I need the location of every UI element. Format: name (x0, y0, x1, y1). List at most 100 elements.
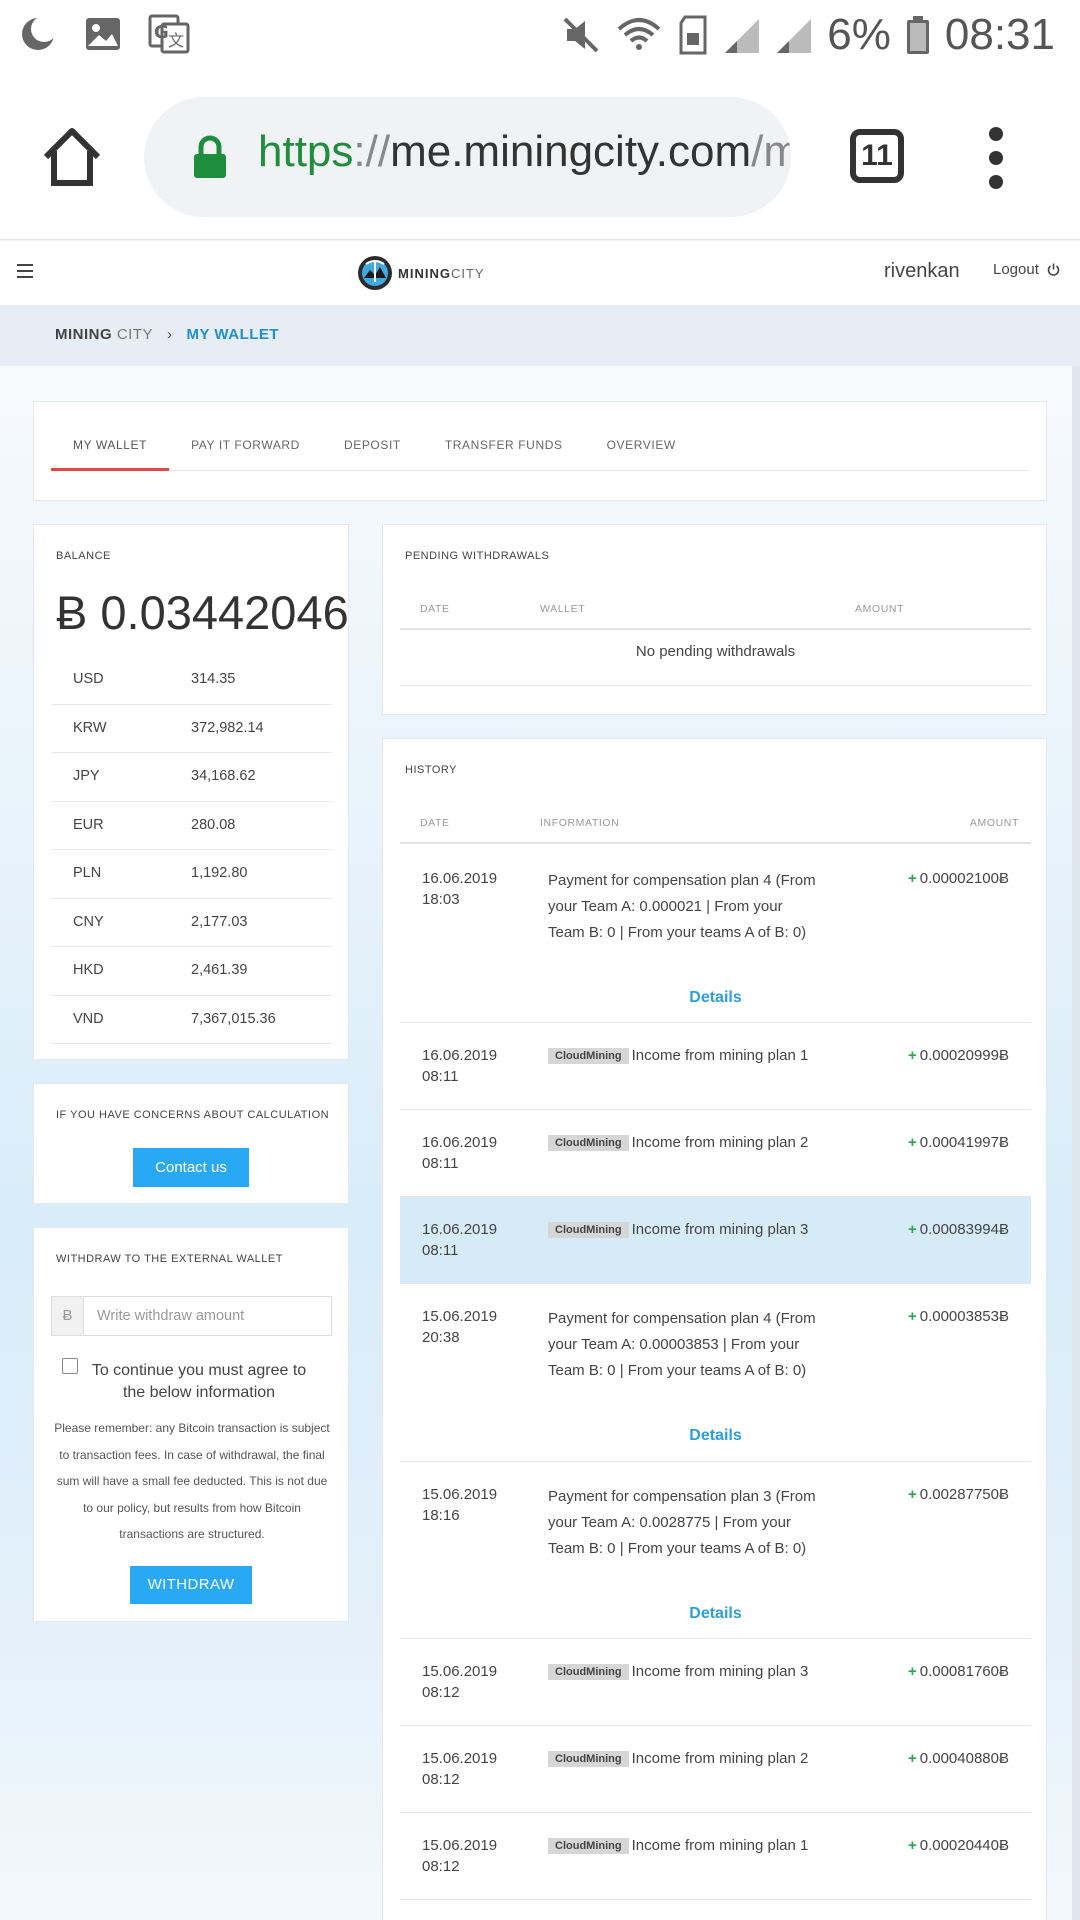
row-amount-value: 0.00020999Ƀ (919, 1047, 1009, 1064)
row-amount: +0.00287750Ƀ (908, 1484, 1009, 1505)
currency-value: 7,367,015.36 (191, 1010, 276, 1027)
row-date-day: 16.06.2019 (422, 1134, 498, 1151)
url-host: me.miningcity.com (390, 127, 752, 176)
cloudmining-badge: CloudMining (548, 1664, 629, 1680)
currency-row: USD 314.35 (51, 656, 332, 705)
breadcrumb-home[interactable]: MINING CITY (55, 326, 153, 343)
tab-overview[interactable]: OVERVIEW (585, 434, 698, 471)
logout-link[interactable]: Logout (993, 261, 1060, 278)
column-amount: AMOUNT (969, 817, 1019, 829)
row-date-time: 08:11 (422, 1242, 459, 1259)
wallet-tabs: MY WALLET PAY IT FORWARD DEPOSIT TRANSFE… (51, 434, 1029, 471)
details-link[interactable]: Details (400, 1605, 1031, 1623)
image-icon (86, 18, 120, 50)
row-info-text: Income from mining plan 2 (631, 1134, 809, 1151)
row-date-time: 18:03 (422, 891, 460, 908)
menu-icon[interactable] (17, 264, 33, 278)
row-date: 16.06.2019 08:11 (422, 1132, 512, 1174)
row-info: CloudMining Income from mining plan 2 (548, 1748, 820, 1769)
row-date-time: 08:11 (422, 1068, 459, 1085)
withdraw-heading: WITHDRAW TO THE EXTERNAL WALLET (56, 1253, 283, 1265)
row-info: CloudMining Income from mining plan 1 (548, 1045, 820, 1066)
details-link[interactable]: Details (400, 1427, 1031, 1445)
contact-us-button[interactable]: Contact us (133, 1148, 249, 1187)
tab-pay-it-forward[interactable]: PAY IT FORWARD (169, 434, 322, 471)
row-date-day: 15.06.2019 (422, 1663, 498, 1680)
mining-city-logo-icon (358, 256, 392, 290)
url-scheme: https (258, 127, 354, 176)
empty-state: No pending withdrawals (400, 632, 1031, 686)
withdraw-placeholder: Write withdraw amount (97, 1308, 245, 1324)
row-info-text: Income from mining plan 3 (631, 1221, 809, 1238)
signal-icon (777, 19, 812, 53)
currency-value: 372,982.14 (191, 719, 264, 736)
row-info-text: Income from mining plan 1 (631, 1837, 809, 1854)
row-amount-value: 0.00003853Ƀ (919, 1308, 1009, 1325)
wifi-icon (617, 18, 661, 50)
currency-value: 1,192.80 (191, 865, 248, 881)
details-link[interactable]: Details (400, 989, 1031, 1007)
currency-code: CNY (73, 913, 104, 930)
withdraw-button[interactable]: WITHDRAW (130, 1566, 252, 1604)
concerns-heading: IF YOU HAVE CONCERNS ABOUT CALCULATION (56, 1109, 330, 1121)
home-icon[interactable] (40, 125, 104, 189)
browser-toolbar: https://me.miningcity.com/my 11 (0, 75, 1080, 240)
breadcrumb: MINING CITY › MY WALLET (0, 305, 1080, 366)
cloudmining-badge: CloudMining (548, 1048, 629, 1064)
tab-deposit[interactable]: DEPOSIT (322, 434, 423, 471)
url-bar[interactable]: https://me.miningcity.com/my (144, 97, 791, 217)
table-row: 16.06.2019 18:03 Payment for compensation… (400, 846, 1031, 1023)
row-amount: +0.00020440Ƀ (908, 1835, 1009, 1856)
pending-heading: PENDING WITHDRAWALS (405, 550, 550, 562)
withdraw-note: Please remember: any Bitcoin transaction… (54, 1421, 330, 1541)
url-path: /my (751, 127, 791, 176)
currency-code: HKD (73, 962, 104, 978)
tab-my-wallet[interactable]: MY WALLET (51, 434, 170, 471)
row-date: 15.06.2019 08:12 (422, 1835, 512, 1877)
currency-value: 34,168.62 (191, 768, 256, 784)
currency-code: KRW (73, 719, 107, 736)
row-info: CloudMining Income from mining plan 2 (548, 1132, 820, 1153)
row-amount: +0.00020999Ƀ (908, 1045, 1009, 1066)
table-row: 15.06.2019 18:16 Payment for compensation… (400, 1462, 1031, 1639)
cloudmining-badge: CloudMining (548, 1751, 629, 1767)
tab-transfer-funds[interactable]: TRANSFER FUNDS (423, 434, 585, 471)
logo-text-light: CITY (450, 265, 485, 281)
breadcrumb-home-bold: MINING (55, 326, 113, 343)
plus-sign: + (907, 870, 917, 887)
agree-checkbox[interactable] (62, 1358, 78, 1374)
currency-row: EUR 280.08 (51, 802, 332, 850)
currency-value: 2,461.39 (191, 962, 248, 978)
withdraw-amount-input[interactable]: Ƀ Write withdraw amount (51, 1296, 332, 1336)
row-info-text: Income from mining plan 1 (631, 1047, 809, 1064)
plus-sign: + (907, 1308, 917, 1325)
table-row: 15.06.2019 08:12 CloudMining Income from m… (400, 1726, 1031, 1813)
logout-label: Logout (993, 261, 1039, 278)
column-date: DATE (420, 603, 450, 615)
wallet-tabs-card: MY WALLET PAY IT FORWARD DEPOSIT TRANSFE… (33, 401, 1047, 501)
currency-list: USD 314.35 KRW 372,982.14 JPY 34,168.62 EUR… (51, 656, 332, 1044)
row-date-day: 16.06.2019 (422, 1047, 498, 1064)
more-vert-icon[interactable] (985, 125, 1007, 191)
tab-switcher-icon[interactable]: 11 (850, 129, 904, 183)
balance-card: BALANCE Ƀ 0.03442046 USD 314.35 KRW 372,98… (33, 524, 349, 1060)
table-row: 15.06.2019 08:12 CloudMining Income from m… (400, 1639, 1031, 1726)
cloudmining-badge: CloudMining (548, 1838, 629, 1854)
site-logo[interactable]: MININGCITY (356, 254, 485, 292)
row-date: 16.06.2019 08:11 (422, 1219, 512, 1261)
history-table-header: DATE INFORMATION AMOUNT (400, 804, 1031, 844)
row-amount-value: 0.00020440Ƀ (919, 1837, 1009, 1854)
row-info: CloudMining Income from mining plan 1 (548, 1835, 820, 1856)
table-row: 16.06.2019 08:11 CloudMining Income from m… (400, 1110, 1031, 1197)
row-amount: +0.00003853Ƀ (908, 1306, 1009, 1327)
username[interactable]: rivenkan (884, 260, 960, 283)
withdraw-card: WITHDRAW TO THE EXTERNAL WALLET Ƀ Write … (33, 1227, 349, 1622)
plus-sign: + (907, 1221, 917, 1238)
row-date-time: 08:12 (422, 1771, 460, 1788)
balance-amount: Ƀ 0.03442046 (56, 586, 349, 639)
agree-label: To continue you must agree to the below … (91, 1362, 307, 1401)
row-date-day: 15.06.2019 (422, 1750, 498, 1767)
svg-text:G: G (154, 22, 169, 43)
row-amount: +0.00002100Ƀ (908, 868, 1009, 889)
currency-row: HKD 2,461.39 (51, 947, 332, 996)
